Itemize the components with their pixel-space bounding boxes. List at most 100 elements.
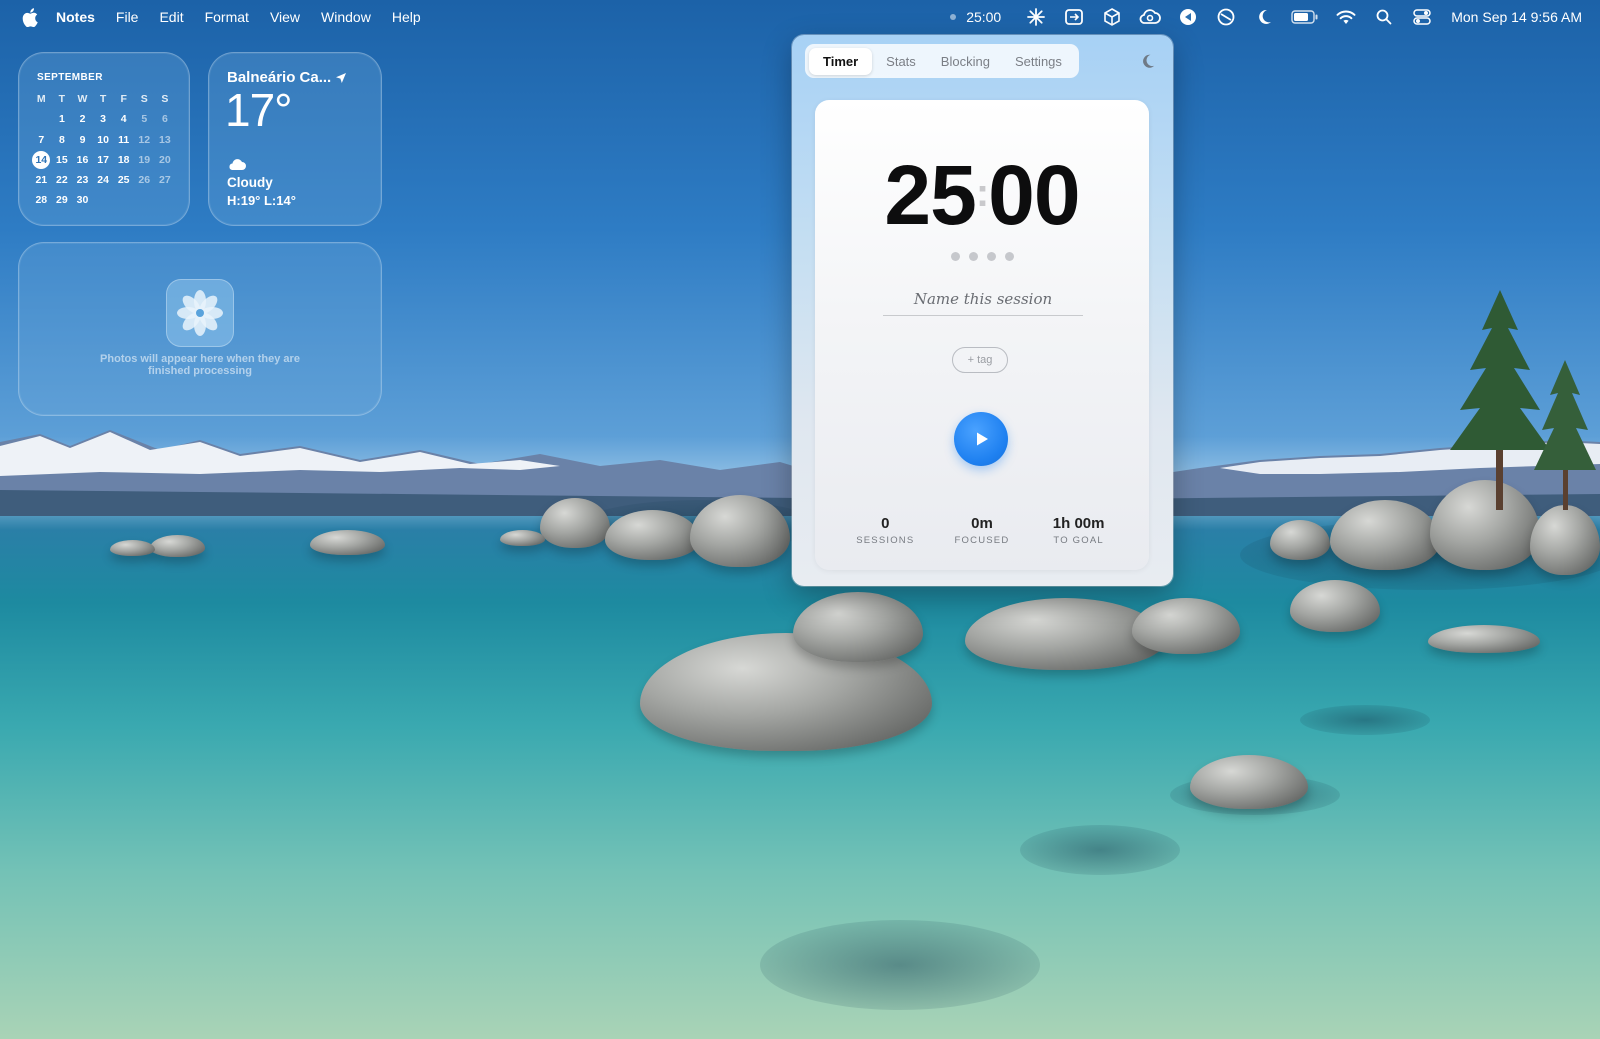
calendar-weekday: W: [77, 93, 88, 105]
calendar-day-number: 9: [79, 133, 86, 146]
play-icon: [977, 432, 988, 446]
calendar-day: 4: [113, 109, 134, 129]
timer-separator: :: [975, 171, 989, 215]
creative-cloud-icon[interactable]: [1139, 6, 1162, 28]
calendar-widget[interactable]: SEPTEMBER M T W T F S S 1 2 3 4 5 6 7 8 9 10 11 12 13 14 15 16…: [18, 52, 190, 226]
menu-app-name[interactable]: Notes: [56, 9, 95, 25]
calendar-day-number: 24: [97, 174, 109, 187]
calendar-day-number: 29: [56, 194, 68, 207]
calendar-day-number: 16: [76, 153, 89, 166]
weather-widget[interactable]: Balneário Ca... 17° Cloudy H:19° L:14°: [208, 52, 382, 226]
calendar-day: 15: [52, 150, 73, 170]
play-button[interactable]: [954, 412, 1008, 466]
calendar-day-number: 7: [38, 133, 45, 146]
tab-settings[interactable]: Settings: [1004, 48, 1073, 75]
calendar-weekday: M: [36, 93, 46, 105]
calendar-day-number: 23: [76, 174, 89, 187]
calendar-day-number: 4: [120, 113, 127, 126]
session-dot: [1004, 252, 1014, 261]
wallpaper-pine-tree: [1534, 360, 1596, 510]
calendar-day-number: 30: [76, 194, 89, 207]
stat-focused-value: 0m: [971, 515, 993, 532]
dark-mode-toggle-moon-icon[interactable]: [1139, 52, 1157, 70]
wallpaper-rock: [1270, 520, 1330, 560]
calendar-grid: M T W T F S S 1 2 3 4 5 6 7 8 9 10 11 12 13 14 15 16 17 18 19 20 21…: [31, 89, 175, 211]
calendar-day: 25: [113, 170, 134, 190]
moon-icon[interactable]: [1253, 6, 1275, 28]
calendar-day-number: 2: [79, 113, 86, 126]
calendar-day-number: 15: [56, 153, 68, 166]
add-tag-button[interactable]: + tag: [952, 347, 1008, 373]
calendar-day-number: 14: [32, 150, 51, 169]
calendar-day-number: 11: [118, 133, 130, 146]
sparkle-icon[interactable]: [1025, 6, 1047, 28]
calendar-day: 18: [113, 150, 134, 170]
calendar-weekday: S: [140, 93, 148, 105]
calendar-day-number: 27: [159, 174, 171, 187]
calendar-day-today: 14: [31, 150, 52, 170]
calendar-day-number: 1: [58, 113, 65, 126]
stat-sessions-value: 0: [881, 515, 890, 532]
remote-desktop-icon[interactable]: [1063, 6, 1085, 28]
calendar-day: 8: [52, 130, 73, 150]
battery-icon[interactable]: [1291, 6, 1319, 28]
calendar-day: 29: [52, 190, 73, 210]
control-center-icon[interactable]: [1411, 6, 1433, 28]
tab-timer[interactable]: Timer: [809, 47, 873, 75]
calendar-weekday: T: [58, 93, 66, 105]
calendar-day-number: 8: [58, 133, 65, 146]
stat-sessions: 0 SESSIONS: [840, 515, 930, 546]
calendar-day: 20: [155, 150, 176, 170]
dictation-icon[interactable]: [1177, 6, 1199, 28]
calendar-day: [31, 109, 52, 129]
tab-bar: Timer Stats Blocking Settings: [805, 44, 1079, 78]
menu-bar: Notes File Edit Format View Window Help …: [0, 0, 1600, 34]
calendar-day-number: 17: [97, 153, 109, 166]
wallpaper-rock: [150, 535, 205, 557]
wallpaper-rock: [500, 530, 545, 546]
calendar-day-number: 10: [97, 133, 109, 146]
session-name-input[interactable]: [883, 282, 1083, 316]
tab-blocking[interactable]: Blocking: [930, 48, 1001, 75]
calendar-day: 27: [155, 170, 176, 190]
weather-condition: Cloudy: [227, 175, 273, 190]
photos-widget[interactable]: Photos will appear here when they are fi…: [18, 242, 382, 416]
menu-edit[interactable]: Edit: [159, 9, 183, 25]
calendar-month: SEPTEMBER: [37, 72, 103, 83]
photos-app-icon: [166, 279, 234, 347]
calendar-day: 17: [93, 150, 114, 170]
calendar-day-number: 20: [159, 153, 171, 166]
timer-status-text: 25:00: [966, 9, 1002, 25]
menu-format[interactable]: Format: [205, 9, 249, 25]
wallpaper-rock: [1428, 625, 1540, 653]
menu-window[interactable]: Window: [321, 9, 371, 25]
calendar-day-number: 21: [35, 174, 48, 187]
menu-bar-clock[interactable]: Mon Sep 14 9:56 AM: [1451, 9, 1582, 25]
calendar-day-number: 3: [100, 113, 106, 126]
search-icon[interactable]: [1373, 6, 1395, 28]
calendar-weekday: T: [99, 93, 107, 105]
timer-card: 25:00 + tag 0 SESSIONS 0m FOCUSED 1h 00m…: [815, 100, 1149, 570]
calendar-day: 3: [93, 109, 114, 129]
do-not-disturb-icon[interactable]: [1215, 6, 1237, 28]
calendar-day-number: 5: [141, 113, 148, 126]
tab-stats[interactable]: Stats: [875, 48, 927, 75]
calendar-day-number: 26: [138, 174, 151, 187]
calendar-day-number: 25: [117, 174, 130, 187]
wifi-icon[interactable]: [1335, 6, 1357, 28]
session-progress-dots: [815, 252, 1149, 261]
timer-status-item[interactable]: 25:00: [950, 9, 1001, 25]
calendar-day-number: 22: [56, 174, 68, 187]
package-icon[interactable]: [1101, 6, 1123, 28]
stat-focused-label: FOCUSED: [954, 535, 1010, 546]
session-dot: [968, 252, 978, 261]
calendar-day-number: 13: [159, 133, 171, 146]
menu-file[interactable]: File: [116, 9, 139, 25]
photos-processing-message: Photos will appear here when they are fi…: [19, 353, 381, 377]
menu-help[interactable]: Help: [392, 9, 421, 25]
timer-status-dot: [950, 14, 957, 20]
menu-view[interactable]: View: [270, 9, 300, 25]
apple-menu-icon[interactable]: [20, 7, 40, 27]
calendar-day: 5: [134, 109, 155, 129]
menu-bar-status-area: 25:00 Mon Sep 14 9:56 AM: [950, 0, 1600, 34]
